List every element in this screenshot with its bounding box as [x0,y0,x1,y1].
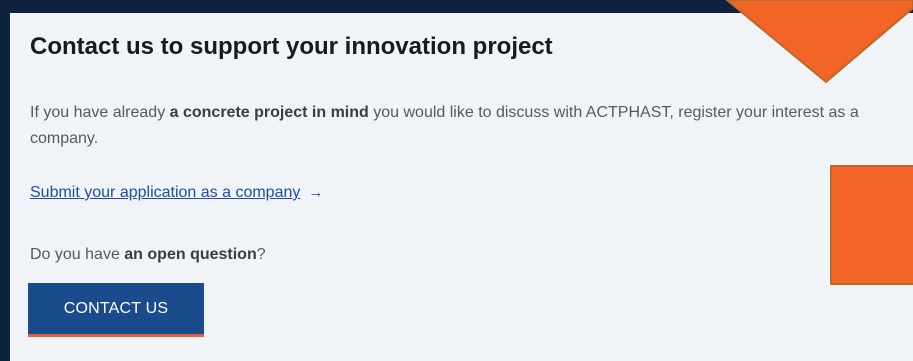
contact-section: Contact us to support your innovation pr… [10,13,913,361]
question-suffix: ? [256,246,266,263]
intro-prefix: If you have already [30,104,170,121]
application-link-row: Submit your application as a company → [30,183,323,203]
question-emphasis: an open question [124,246,257,263]
question-prefix: Do you have [30,246,125,263]
page: Contact us to support your innovation pr… [0,0,913,361]
section-title: Contact us to support your innovation pr… [30,33,553,60]
arrow-right-icon[interactable]: → [308,184,323,201]
intro-emphasis: a concrete project in mind [169,104,369,121]
submit-application-link[interactable]: Submit your application as a company [30,184,300,201]
contact-us-button[interactable]: CONTACT US [28,283,204,337]
open-question-text: Do you have an open question? [30,245,266,265]
decorative-square [830,165,913,285]
intro-text: If you have already a concrete project i… [30,100,890,152]
